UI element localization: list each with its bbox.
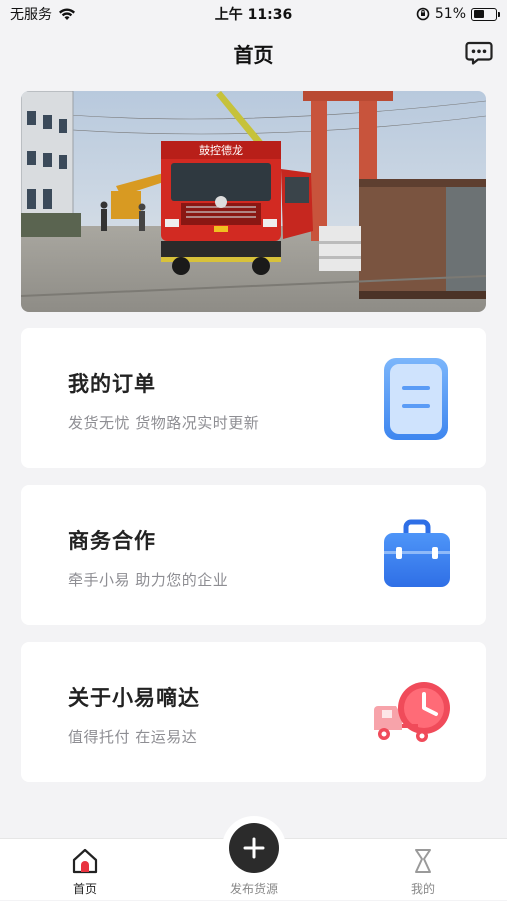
banner-illustration: 鼓控德龙 xyxy=(21,91,486,312)
profile-icon xyxy=(415,849,431,873)
chat-bubble-icon[interactable] xyxy=(465,40,493,66)
orientation-lock-icon xyxy=(416,7,430,21)
banner-image[interactable]: 鼓控德龙 xyxy=(21,91,486,312)
card-my-orders[interactable]: 我的订单 发货无忧 货物路况实时更新 xyxy=(21,328,486,468)
card-title: 关于小易嘀达 xyxy=(68,686,200,710)
publish-button[interactable] xyxy=(229,823,279,873)
battery-fill xyxy=(473,10,485,18)
plus-icon xyxy=(243,837,265,859)
card-subtitle: 值得托付 在运易达 xyxy=(68,728,198,746)
status-left: 无服务 xyxy=(10,4,76,24)
status-bar: 无服务 上午 11:36 51% xyxy=(0,0,507,28)
nav-bar: 首页 xyxy=(0,28,507,78)
card-business-cooperation[interactable]: 商务合作 牵手小易 助力您的企业 xyxy=(21,485,486,625)
card-about-us[interactable]: 关于小易嘀达 值得托付 在运易达 xyxy=(21,642,486,782)
card-subtitle: 发货无忧 货物路况实时更新 xyxy=(68,414,260,432)
page-title: 首页 xyxy=(233,42,274,67)
carrier-label: 无服务 xyxy=(10,7,52,23)
card-title: 商务合作 xyxy=(68,529,156,553)
card-subtitle: 牵手小易 助力您的企业 xyxy=(68,571,229,589)
battery-percent: 51% xyxy=(434,6,466,22)
status-right: 51% xyxy=(416,6,500,22)
tab-home[interactable]: 首页 xyxy=(35,839,135,901)
delivery-truck-clock-icon xyxy=(374,682,450,742)
wifi-icon xyxy=(59,8,75,20)
briefcase-icon xyxy=(384,519,450,587)
home-icon xyxy=(72,848,98,874)
tab-home-label: 首页 xyxy=(72,882,97,896)
order-document-icon xyxy=(384,358,448,440)
tab-mine-label: 我的 xyxy=(410,882,435,896)
tab-mine[interactable]: 我的 xyxy=(373,839,473,901)
truck-sign-text: 鼓控德龙 xyxy=(199,143,243,157)
card-title: 我的订单 xyxy=(68,372,156,396)
tab-publish-label: 发布货源 xyxy=(229,882,278,896)
battery-icon xyxy=(471,7,500,21)
